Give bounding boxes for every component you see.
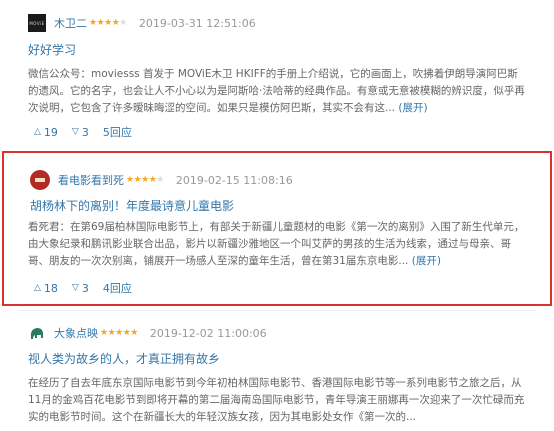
thumbs-down-icon: ▽ [71, 283, 79, 293]
avatar[interactable] [30, 170, 50, 190]
avatar-logo-text: MOViE [29, 20, 45, 26]
downvote-count: 3 [81, 281, 89, 295]
rating-stars: ★★★★★ [100, 328, 138, 338]
username-link[interactable]: 看电影看到死 [58, 172, 124, 188]
review-header: 大象点映 ★★★★★ 2019-12-02 11:00:06 [28, 323, 267, 343]
avatar[interactable]: MOViE [28, 14, 46, 32]
review-time: 2019-12-02 11:00:06 [149, 326, 267, 340]
thumbs-down-icon: ▽ [71, 127, 79, 137]
thumbs-up-icon: △ [34, 283, 41, 293]
upvote-button[interactable]: △ 19 [34, 126, 58, 139]
review-header: MOViE 木卫二 ★★★★★ 2019-03-31 12:51:06 [28, 13, 256, 33]
review-time: 2019-03-31 12:51:06 [138, 16, 256, 30]
downvote-button[interactable]: ▽ 3 [72, 282, 89, 295]
review-actions: △ 18 ▽ 3 4回应 [34, 280, 146, 296]
review-excerpt: 在经历了自去年底东京国际电影节到今年初柏林国际电影节、香港国际电影节等一系列电影… [28, 377, 525, 423]
thumbs-up-icon: △ [34, 127, 41, 137]
expand-link[interactable]: (展开) [412, 255, 441, 267]
upvote-count: 18 [43, 281, 58, 295]
username-link[interactable]: 大象点映 [54, 325, 98, 341]
divider [20, 310, 536, 311]
rating-stars: ★★★★★ [89, 18, 127, 28]
expand-link[interactable]: (展开) [398, 102, 427, 114]
review-item: 大象点映 ★★★★★ 2019-12-02 11:00:06 视人类为故乡的人，… [0, 318, 554, 431]
review-body: 微信公众号：moviesss 首发于 MOViE木卫 HKIFF的手册上介绍说，… [28, 66, 528, 117]
reply-link[interactable]: 5回应 [103, 124, 132, 140]
review-title-link[interactable]: 视人类为故乡的人，才真正拥有故乡 [28, 350, 220, 367]
review-title-link[interactable]: 好好学习 [28, 41, 76, 58]
upvote-button[interactable]: △ 18 [34, 282, 58, 295]
review-excerpt: 微信公众号：moviesss 首发于 MOViE木卫 HKIFF的手册上介绍说，… [28, 68, 525, 114]
review-time: 2019-02-15 11:08:16 [175, 173, 293, 187]
rating-stars: ★★★★★ [126, 175, 164, 185]
review-header: 看电影看到死 ★★★★★ 2019-02-15 11:08:16 [30, 170, 293, 190]
review-title-link[interactable]: 胡杨林下的离别！年度最诗意儿童电影 [30, 197, 234, 214]
elephant-icon [30, 328, 43, 339]
downvote-button[interactable]: ▽ 3 [72, 126, 89, 139]
avatar-logo-icon [31, 171, 49, 189]
review-body: 在经历了自去年底东京国际电影节到今年初柏林国际电影节、香港国际电影节等一系列电影… [28, 375, 528, 426]
downvote-count: 3 [81, 125, 89, 139]
username-link[interactable]: 木卫二 [54, 15, 87, 31]
reply-link[interactable]: 4回应 [103, 280, 132, 296]
review-actions: △ 19 ▽ 3 5回应 [34, 124, 146, 140]
upvote-count: 19 [43, 125, 58, 139]
review-body: 看死君：在第69届柏林国际电影节上，有部关于新疆儿童题材的电影《第一次的离别》入… [28, 219, 528, 270]
review-item: MOViE 木卫二 ★★★★★ 2019-03-31 12:51:06 好好学习… [0, 0, 554, 152]
avatar[interactable] [28, 324, 46, 342]
review-excerpt: 看死君：在第69届柏林国际电影节上，有部关于新疆儿童题材的电影《第一次的离别》入… [28, 221, 525, 267]
